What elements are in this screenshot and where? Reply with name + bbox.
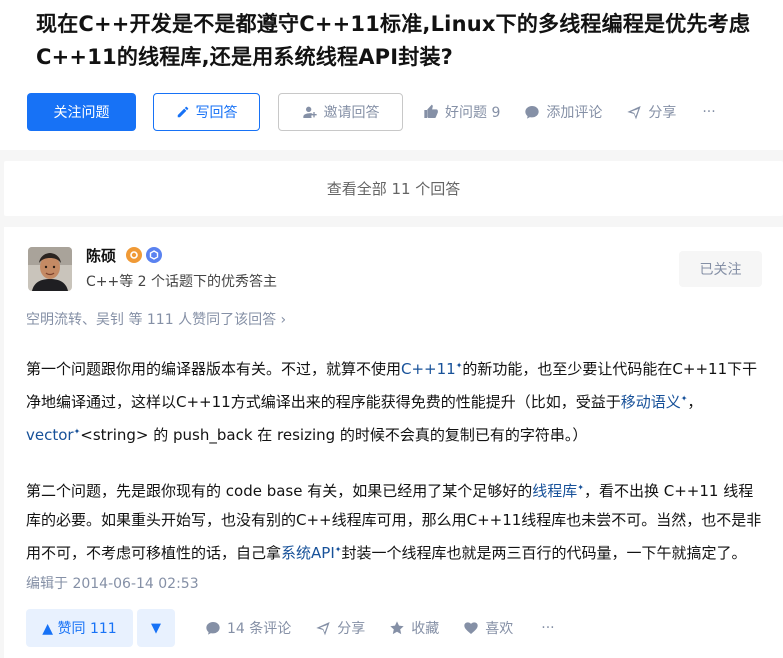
text-run: 第一个问题跟你用的编译器版本有关。不过，就算不使用 (26, 360, 402, 378)
share-icon (627, 106, 642, 120)
voters-summary[interactable]: 空明流转、吴钊 等 111 人赞同了该回答 › (26, 309, 286, 329)
keyword-star-icon: ✦ (577, 483, 584, 492)
thumb-up-icon (424, 104, 438, 118)
text-run: 封装一个线程库也就是两三百行的代码量，一下午就搞定了。 (341, 544, 747, 562)
keyword-text: 移动语义 (620, 393, 681, 411)
followed-button[interactable]: 已关注 (679, 251, 762, 287)
vote-up-button[interactable]: ▲ 赞同 111 (26, 609, 133, 647)
star-icon (390, 621, 404, 635)
favorite-button[interactable]: 收藏 (389, 618, 439, 638)
add-user-icon (302, 106, 317, 118)
view-all-answers-link[interactable]: 查看全部 11 个回答 (4, 161, 783, 216)
question-header: 现在C++开发是不是都遵守C++11标准,Linux下的多线程编程是优先考虑C+… (0, 0, 783, 150)
share-question-button[interactable]: 分享 (626, 102, 676, 122)
good-question-label: 好问题 9 (445, 105, 501, 121)
answer-content: 第一个问题跟你用的编译器版本有关。不过，就算不使用C++11✦的新功能，也至少要… (26, 351, 766, 591)
pencil-icon (177, 106, 188, 118)
follow-question-button[interactable]: 关注问题 (27, 93, 136, 131)
keyword-link-vector[interactable]: vector✦ (26, 426, 80, 444)
comment-icon (206, 622, 220, 635)
question-title: 现在C++开发是不是都遵守C++11标准,Linux下的多线程编程是优先考虑C+… (36, 12, 751, 69)
invite-answer-button[interactable]: 邀请回答 (278, 93, 403, 131)
share-question-label: 分享 (648, 105, 677, 121)
heart-icon (464, 622, 478, 634)
write-answer-button[interactable]: 写回答 (153, 93, 260, 131)
favorite-label: 收藏 (411, 621, 440, 637)
verified-badge-icon[interactable] (146, 247, 162, 263)
keyword-text: 系统API (281, 544, 335, 562)
keyword-text: C++11 (401, 360, 456, 378)
like-label: 喜欢 (485, 621, 514, 637)
answer-paragraph: 第一个问题跟你用的编译器版本有关。不过，就算不使用C++11✦的新功能，也至少要… (26, 351, 766, 450)
add-comment-button[interactable]: 添加评论 (524, 102, 602, 122)
question-actions: 关注问题 写回答 邀请回答 好问题 9 添加评论 分享 ··· (27, 93, 716, 131)
keyword-text: 线程库 (532, 482, 578, 500)
text-run: <string> 的 push_back 在 resizing 的时候不会真的复… (80, 426, 588, 444)
answer-paragraph: 第二个问题，先是跟你现有的 code base 有关，如果已经用了某个足够好的线… (26, 473, 766, 568)
excellent-answerer-badge-icon[interactable] (126, 247, 142, 263)
answer-more-button[interactable]: ··· (541, 620, 554, 636)
write-answer-label: 写回答 (195, 105, 238, 121)
author-badges (126, 247, 162, 263)
invite-answer-label: 邀请回答 (323, 105, 380, 121)
author-name[interactable]: 陈硕 (86, 245, 116, 266)
keyword-text: vector (26, 426, 74, 444)
answer-card: 陈硕 C++等 2 个话题下的优秀答主 已关注 空明流转、吴钊 等 111 人赞… (4, 227, 783, 658)
keyword-link-cpp11[interactable]: C++11✦ (401, 360, 462, 378)
edited-timestamp[interactable]: 编辑于 2014-06-14 02:53 (26, 573, 199, 593)
good-question-button[interactable]: 好问题 9 (423, 102, 500, 122)
text-run: ， (687, 393, 703, 411)
keyword-link-thread-library[interactable]: 线程库✦ (532, 482, 584, 500)
answer-actions: ▲ 赞同 111 ▼ 14 条评论 分享 收藏 喜欢 ··· (26, 609, 555, 647)
keyword-link-system-api[interactable]: 系统API✦ (281, 544, 341, 562)
text-run: 第二个问题，先是跟你现有的 code base 有关，如果已经用了某个足够好的 (26, 482, 533, 500)
share-icon (316, 622, 330, 636)
question-more-button[interactable]: ··· (702, 104, 715, 120)
avatar[interactable] (28, 247, 72, 291)
add-comment-label: 添加评论 (546, 105, 603, 121)
comment-icon (525, 106, 540, 119)
share-answer-button[interactable]: 分享 (315, 618, 365, 638)
share-answer-label: 分享 (337, 621, 366, 637)
keyword-link-move-semantics[interactable]: 移动语义✦ (621, 393, 688, 411)
author-bio: C++等 2 个话题下的优秀答主 (86, 274, 278, 290)
like-button[interactable]: 喜欢 (463, 618, 513, 638)
comments-button[interactable]: 14 条评论 (205, 618, 291, 638)
vote-down-button[interactable]: ▼ (137, 609, 175, 647)
comments-label: 14 条评论 (227, 621, 292, 637)
